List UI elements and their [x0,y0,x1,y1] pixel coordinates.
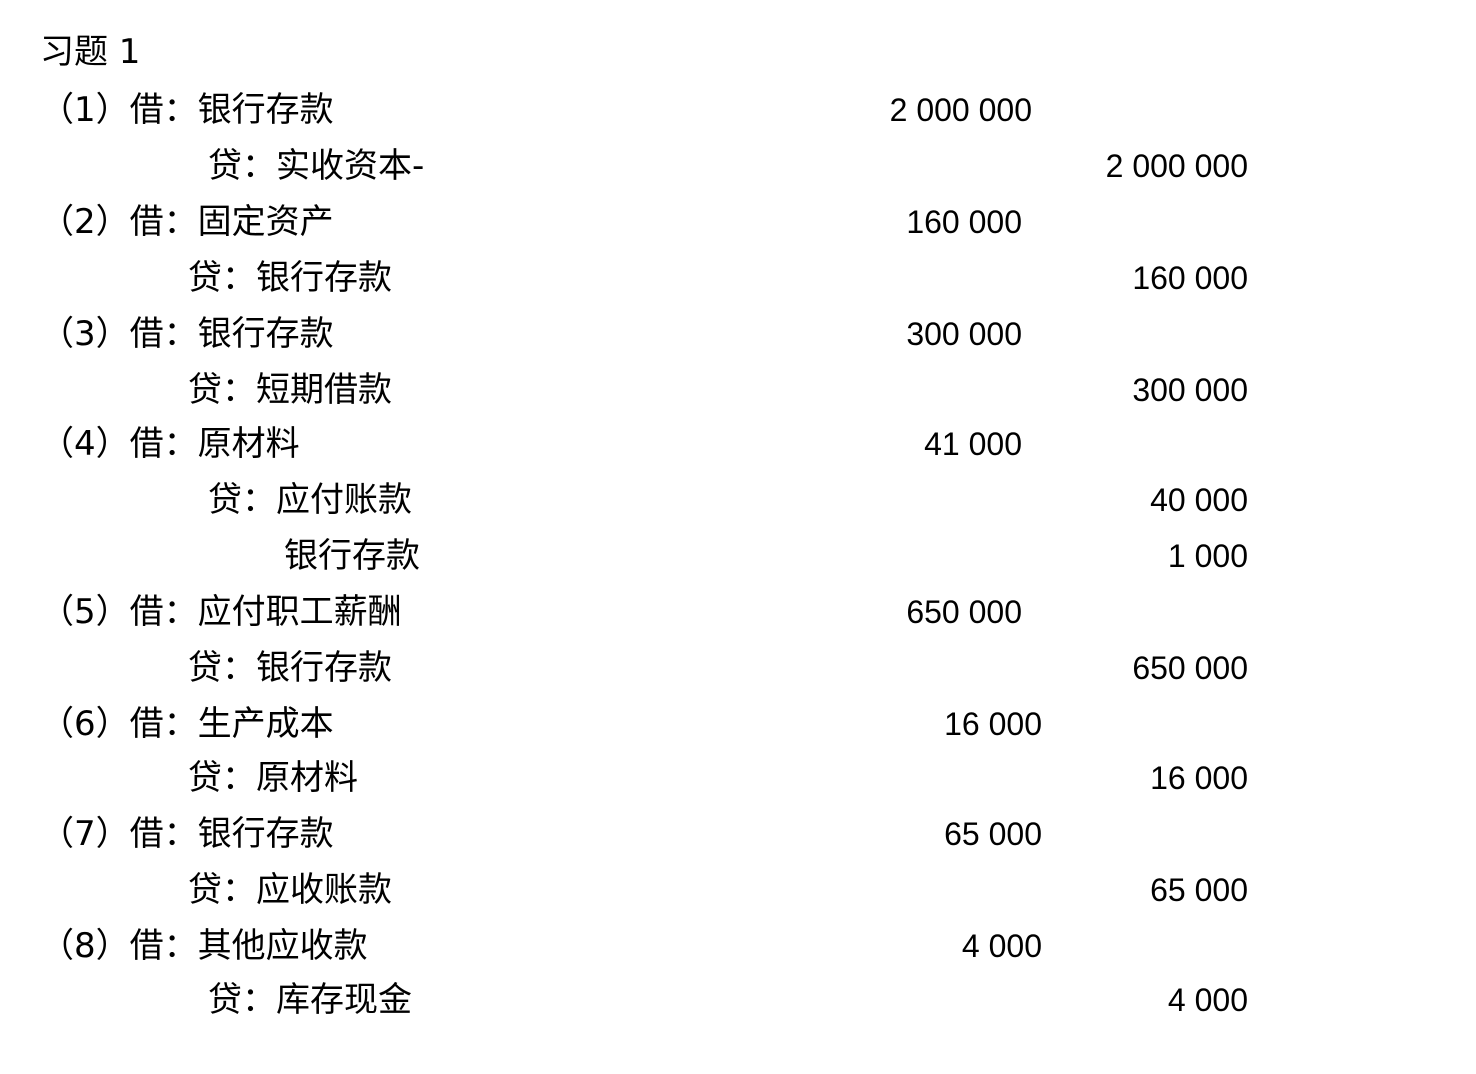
debit-amount: 160 000 [906,204,1022,240]
credit-amount: 300 000 [1132,372,1248,408]
credit-account-label: 贷：应收账款 [188,870,392,910]
journal-line: 贷：库存现金 4 000 [0,972,1476,1028]
journal-line: 贷：银行存款 650 000 [0,640,1476,696]
credit-account-label: 贷：短期借款 [188,370,392,410]
journal-line: （6）借：生产成本 16 000 [0,696,1476,752]
credit-amount: 650 000 [1132,650,1248,686]
debit-account-label: （1）借：银行存款 [40,90,334,130]
journal-line: 贷：应收账款 65 000 [0,862,1476,918]
debit-amount: 16 000 [944,706,1042,742]
credit-amount: 160 000 [1132,260,1248,296]
journal-line: 贷：应付账款 40 000 [0,472,1476,528]
journal-line: 贷：实收资本- 2 000 000 [0,138,1476,194]
credit-account-label: 贷：银行存款 [188,258,392,298]
credit-amount: 4 000 [1167,982,1248,1018]
credit-amount: 16 000 [1150,760,1248,796]
journal-line: （3）借：银行存款 300 000 [0,306,1476,362]
credit-amount: 40 000 [1150,482,1248,518]
journal-line: （2）借：固定资产 160 000 [0,194,1476,250]
debit-account-label: （8）借：其他应收款 [40,926,368,966]
debit-account-label: （2）借：固定资产 [40,202,334,242]
journal-line: 贷：原材料 16 000 [0,750,1476,806]
journal-document: 习题 1 （1）借：银行存款 2 000 000 贷：实收资本- 2 000 0… [0,0,1476,1074]
debit-account-label: （3）借：银行存款 [40,314,334,354]
debit-account-label: （7）借：银行存款 [40,814,334,854]
credit-account-label: 贷：库存现金 [208,980,412,1020]
journal-line: 贷：短期借款 300 000 [0,362,1476,418]
journal-line: （7）借：银行存款 65 000 [0,806,1476,862]
journal-line: 银行存款 1 000 [0,528,1476,584]
credit-account-label: 贷：原材料 [188,758,358,798]
debit-account-label: （5）借：应付职工薪酬 [40,592,402,632]
credit-amount: 1 000 [1167,538,1248,574]
debit-amount: 650 000 [906,594,1022,630]
debit-amount: 2 000 000 [889,92,1032,128]
journal-line: （4）借：原材料 41 000 [0,416,1476,472]
debit-amount: 65 000 [944,816,1042,852]
journal-line: （8）借：其他应收款 4 000 [0,918,1476,974]
journal-line: （1）借：银行存款 2 000 000 [0,82,1476,138]
debit-amount: 300 000 [906,316,1022,352]
journal-line: 贷：银行存款 160 000 [0,250,1476,306]
debit-amount: 41 000 [924,426,1022,462]
credit-amount: 2 000 000 [1105,148,1248,184]
credit-account-label: 银行存款 [284,536,420,576]
debit-amount: 4 000 [961,928,1042,964]
debit-account-label: （6）借：生产成本 [40,704,334,744]
credit-account-label: 贷：银行存款 [188,648,392,688]
exercise-title: 习题 1 [40,32,141,72]
credit-amount: 65 000 [1150,872,1248,908]
debit-account-label: （4）借：原材料 [40,424,300,464]
credit-account-label: 贷：实收资本- [208,146,425,186]
credit-account-label: 贷：应付账款 [208,480,412,520]
journal-line: （5）借：应付职工薪酬 650 000 [0,584,1476,640]
